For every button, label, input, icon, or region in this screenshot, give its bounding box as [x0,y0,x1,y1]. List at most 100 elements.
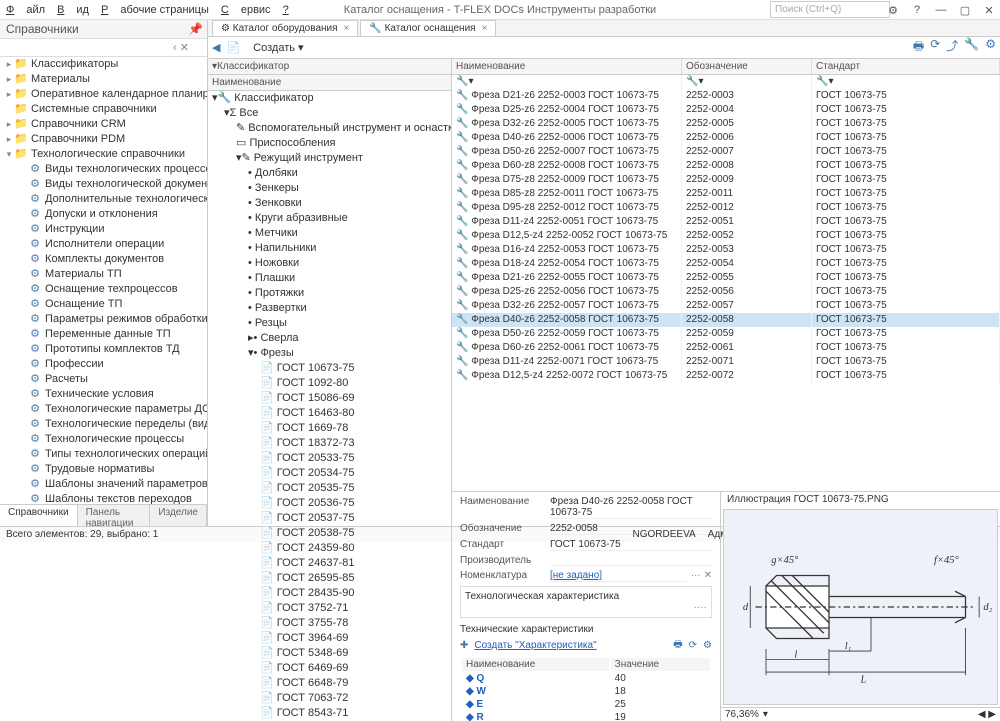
char-col[interactable]: Значение [611,658,710,671]
grid-row[interactable]: 🔧 Фреза D32-z6 2252-0005 ГОСТ 10673-7522… [452,117,1000,131]
refresh-icon[interactable]: ⟳ [930,37,940,58]
tree-node[interactable]: ⚙ Типы технологических операций [0,447,207,462]
grid-row[interactable]: 🔧 Фреза D25-z6 2252-0004 ГОСТ 10673-7522… [452,103,1000,117]
grid-col-header[interactable]: Обозначение [682,59,812,74]
class-node[interactable]: 📄 ГОСТ 26595-85 [208,571,451,586]
class-node[interactable]: ▾🔧 Классификатор [208,91,451,106]
left-tab[interactable]: Изделие [150,505,207,526]
col-name-header[interactable]: Наименование [208,75,451,91]
classifier-tree[interactable]: ▾🔧 Классификатор▾Σ Все✎ Вспомогательный … [208,91,451,721]
class-node[interactable]: 📄 ГОСТ 18372-73 [208,436,451,451]
tree-node[interactable]: ⚙ Материалы ТП [0,267,207,282]
tree-node[interactable]: ⚙ Допуски и отклонения [0,207,207,222]
menu-item[interactable]: Вид [57,4,89,16]
tree-node[interactable]: ⚙ Расчеты [0,372,207,387]
char-row[interactable]: ◆ E25 [462,699,710,710]
class-node[interactable]: 📄 ГОСТ 16463-80 [208,406,451,421]
class-node[interactable]: ▾Σ Все [208,106,451,121]
tree-node[interactable]: ⚙ Виды технологических процессов [0,162,207,177]
class-node[interactable]: • Метчики [208,226,451,241]
class-node[interactable]: 📄 ГОСТ 6469-69 [208,661,451,676]
grid-row[interactable]: 🔧 Фреза D75-z8 2252-0009 ГОСТ 10673-7522… [452,173,1000,187]
tree-node[interactable]: ⚙ Оснащение ТП [0,297,207,312]
tree-node[interactable]: ⚙ Исполнители операции [0,237,207,252]
pin-icon[interactable]: 📌 [188,22,203,36]
class-node[interactable]: 📄 ГОСТ 1092-80 [208,376,451,391]
grid-header[interactable]: НаименованиеОбозначениеСтандарт [452,59,1000,75]
grid-row[interactable]: 🔧 Фреза D40-z6 2252-0058 ГОСТ 10673-7522… [452,313,1000,327]
char-row[interactable]: ◆ Q40 [462,673,710,684]
tree-node[interactable]: ⚙ Инструкции [0,222,207,237]
tree-node[interactable]: ⚙ Дополнительные технологические парамет… [0,192,207,207]
grid-row[interactable]: 🔧 Фреза D32-z6 2252-0057 ГОСТ 10673-7522… [452,299,1000,313]
grid-row[interactable]: 🔧 Фреза D40-z6 2252-0006 ГОСТ 10673-7522… [452,131,1000,145]
class-node[interactable]: 📄 ГОСТ 3964-69 [208,631,451,646]
class-node[interactable]: 📄 ГОСТ 7063-72 [208,691,451,706]
filter-input[interactable] [4,42,173,53]
class-node[interactable]: ✎ Вспомогательный инструмент и оснастка [208,121,451,136]
grid-row[interactable]: 🔧 Фреза D18-z4 2252-0054 ГОСТ 10673-7522… [452,257,1000,271]
tree-node[interactable]: ⚙ Технологические процессы [0,432,207,447]
tree-node[interactable]: ▸📁 Материалы [0,72,207,87]
tree-node[interactable]: ⚙ Переменные данные ТП [0,327,207,342]
class-node[interactable]: • Протяжки [208,286,451,301]
class-node[interactable]: 📄 ГОСТ 6648-79 [208,676,451,691]
menu-item[interactable]: ? [283,4,301,16]
minimize-icon[interactable]: — [934,4,948,16]
grid-row[interactable]: 🔧 Фреза D21-z6 2252-0003 ГОСТ 10673-7522… [452,89,1000,103]
class-node[interactable]: ▾• Фрезы [208,346,451,361]
grid-row[interactable]: 🔧 Фреза D25-z6 2252-0056 ГОСТ 10673-7522… [452,285,1000,299]
filter-clear-icon[interactable]: ‹ ✕ [173,41,189,54]
sec-refresh-icon[interactable]: ⟳ [689,640,697,651]
grid-row[interactable]: 🔧 Фреза D11-z4 2252-0051 ГОСТ 10673-7522… [452,215,1000,229]
tree-node[interactable]: ⚙ Комплекты документов [0,252,207,267]
zoom-control[interactable]: 76,36%▾ ◀ ▶ [721,707,1000,721]
class-node[interactable]: 📄 ГОСТ 20534-75 [208,466,451,481]
grid-row[interactable]: 🔧 Фреза D85-z8 2252-0011 ГОСТ 10673-7522… [452,187,1000,201]
class-node[interactable]: 📄 ГОСТ 1669-78 [208,421,451,436]
characteristics-table[interactable]: НаименованиеЗначение ◆ Q40◆ W18◆ E25◆ R1… [460,656,712,721]
left-tab[interactable]: Справочники [0,505,78,526]
class-node[interactable]: 📄 ГОСТ 3755-78 [208,616,451,631]
grid-row[interactable]: 🔧 Фреза D50-z6 2252-0007 ГОСТ 10673-7522… [452,145,1000,159]
nomenclature-ellipsis[interactable]: ··· ✕ [691,570,712,582]
export-icon[interactable]: ⤴ [946,37,958,58]
class-node[interactable]: • Напильники [208,241,451,256]
tree-node[interactable]: ▸📁 Классификаторы [0,57,207,72]
tree-node[interactable]: ⚙ Технологические переделы (виды обработ… [0,417,207,432]
tree-node[interactable]: ⚙ Трудовые нормативы [0,462,207,477]
items-grid[interactable]: НаименованиеОбозначениеСтандарт 🔧▾🔧▾🔧▾🔧 … [452,59,1000,491]
left-tab[interactable]: Панель навигации [78,505,151,526]
class-node[interactable]: 📄 ГОСТ 28435-90 [208,586,451,601]
class-node[interactable]: 📄 ГОСТ 20537-75 [208,511,451,526]
tree-node[interactable]: ⚙ Прототипы комплектов ТД [0,342,207,357]
class-node[interactable]: 📄 ГОСТ 15086-69 [208,391,451,406]
class-node[interactable]: • Ножовки [208,256,451,271]
grid-col-header[interactable]: Наименование [452,59,682,74]
grid-row[interactable]: 🔧 Фреза D50-z6 2252-0059 ГОСТ 10673-7522… [452,327,1000,341]
class-node[interactable]: 📄 ГОСТ 5348-69 [208,646,451,661]
class-node[interactable]: 📄 ГОСТ 24637-81 [208,556,451,571]
tree-node[interactable]: ⚙ Технологические параметры ДСЕ [0,402,207,417]
help-icon[interactable]: ? [910,4,924,16]
grid-row[interactable]: 🔧 Фреза D11-z4 2252-0071 ГОСТ 10673-7522… [452,355,1000,369]
class-node[interactable]: ▸• Сверла [208,331,451,346]
tab-close-icon[interactable]: × [482,23,488,34]
grid-row[interactable]: 🔧 Фреза D95-z8 2252-0012 ГОСТ 10673-7522… [452,201,1000,215]
tab-close-icon[interactable]: × [344,23,350,34]
char-row[interactable]: ◆ R19 [462,712,710,721]
class-node[interactable]: • Долбяки [208,166,451,181]
tree-node[interactable]: 📁 Системные справочники [0,102,207,117]
grid-row[interactable]: 🔧 Фреза D60-z6 2252-0061 ГОСТ 10673-7522… [452,341,1000,355]
menu-item[interactable]: Сервис [221,4,271,16]
class-node[interactable]: • Зенкеры [208,181,451,196]
class-node[interactable]: • Резцы [208,316,451,331]
add-icon[interactable]: ✚ [460,640,468,651]
grid-col-header[interactable]: Стандарт [812,59,1000,74]
grid-row[interactable]: 🔧 Фреза D12,5-z4 2252-0072 ГОСТ 10673-75… [452,369,1000,383]
class-node[interactable]: 📄 ГОСТ 20536-75 [208,496,451,511]
tree-node[interactable]: ⚙ Профессии [0,357,207,372]
char-row[interactable]: ◆ W18 [462,686,710,697]
close-icon[interactable]: ✕ [982,4,996,17]
grid-row[interactable]: 🔧 Фреза D60-z8 2252-0008 ГОСТ 10673-7522… [452,159,1000,173]
